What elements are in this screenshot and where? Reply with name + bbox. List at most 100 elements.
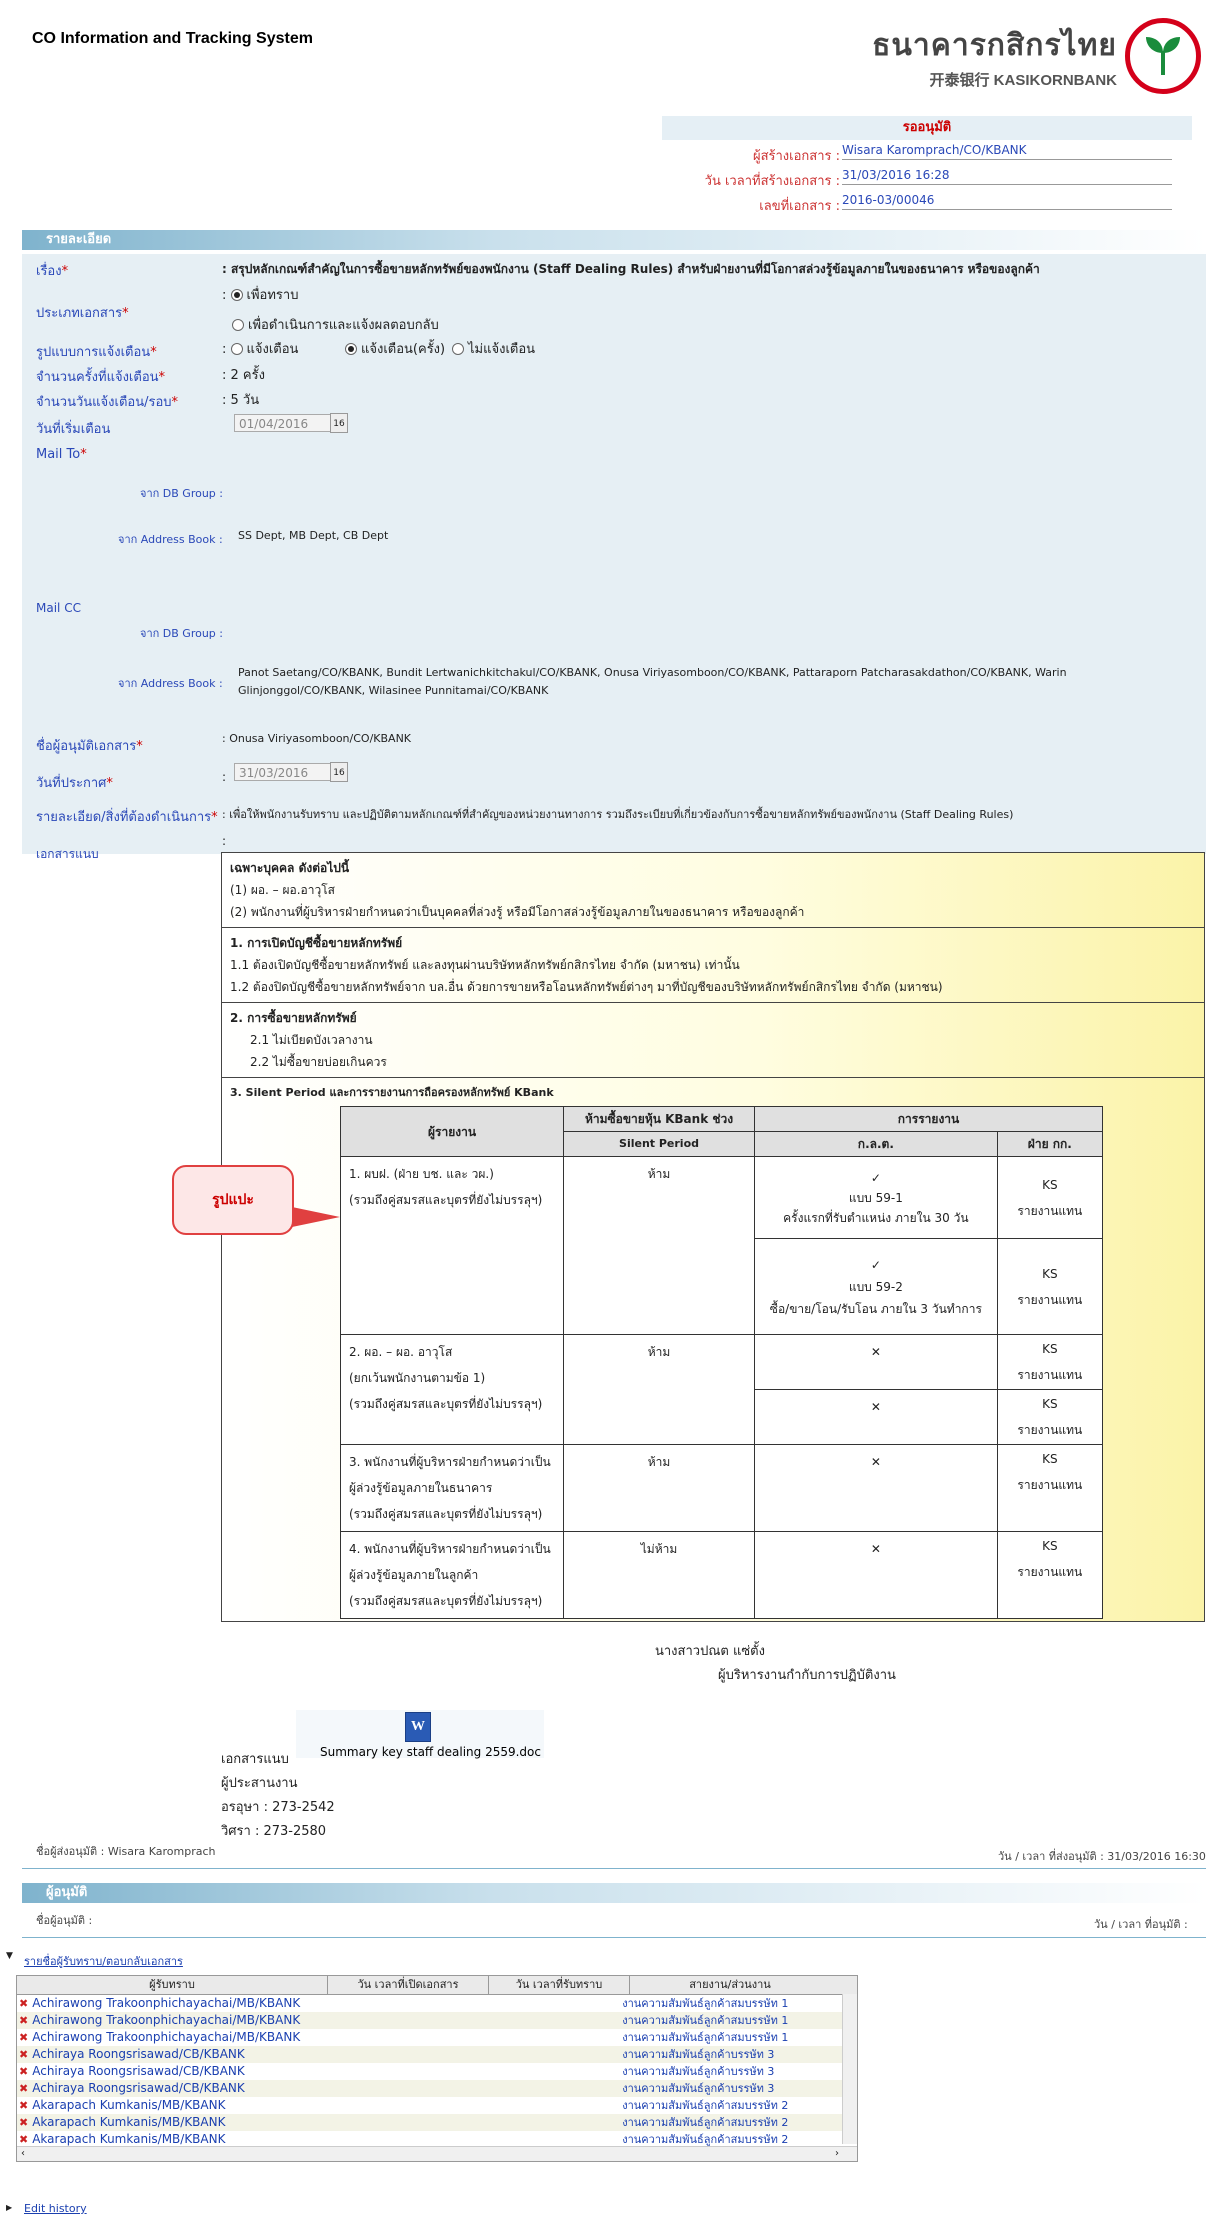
table-row[interactable]: ✖ Achiraya Roongsrisawad/CB/KBANK งานความส… [17,2063,857,2080]
delete-icon[interactable]: ✖ [19,2082,28,2095]
delete-icon[interactable]: ✖ [19,1997,28,2010]
recipient-dept: งานความสัมพันธ์ลูกค้าสมบรรษัท 1 [622,2014,789,2027]
doc-intro-title: เฉพาะบุคคล ดังต่อไปนี้ [230,861,350,875]
action-value: : เพื่อให้พนักงานรับทราบ และปฏิบัติตามหล… [222,808,1014,821]
mailto-db-group-label: จาก DB Group : [140,487,223,500]
approver-label: ชื่อผู้อนุมัติเอกสาร* [36,739,143,754]
table-row[interactable]: ✖ Achiraya Roongsrisawad/CB/KBANK งานความส… [17,2080,857,2097]
pasted-image-callout: รูปแปะ [172,1165,294,1235]
action-label: รายละเอียด/สิ่งที่ต้องดำเนินการ* [36,810,218,825]
delete-icon[interactable]: ✖ [19,2014,28,2027]
recipient-name[interactable]: Achirawong Trakoonphichayachai/MB/KBANK [32,1995,622,2012]
mailcc-address-value: Panot Saetang/CO/KBANK, Bundit Lertwanic… [238,666,1067,697]
approver-value: : Onusa Viriyasomboon/CO/KBANK [222,732,412,745]
subject-label: เรื่อง* [36,264,69,279]
delete-icon[interactable]: ✖ [19,2133,28,2146]
recipient-name[interactable]: Akarapach Kumkanis/MB/KBANK [32,2097,622,2114]
th-ks: ฝ่าย กก. [996,1131,1104,1157]
embedded-document: เฉพาะบุคคล ดังต่อไปนี้ (1) ผอ. – ผอ.อาวุ… [221,852,1205,1622]
announce-date-input[interactable]: 31/03/2016 [234,763,332,781]
table-row[interactable]: ✖ Akarapach Kumkanis/MB/KBANK งานความสัมพั… [17,2097,857,2114]
table-row: 2. ผอ. – ผอ. อาวุโส (ยกเว้นพนักงานตามข้อ … [339,1334,565,1445]
coordinator-phone-1: อรอุษา : 273-2542 [221,1800,335,1815]
edit-history-link[interactable]: Edit history [24,2202,87,2215]
bank-logo-icon [1125,18,1201,94]
creator-value: Wisara Karomprach/CO/KBANK [842,143,1172,160]
table-row: 4. พนักงานที่ผู้บริหารฝ่ายกำหนดว่าเป็น ผู… [339,1531,565,1619]
recipient-dept: งานความสัมพันธ์ลูกค้าสมบรรษัท 1 [622,1997,789,2010]
th-reporter: ผู้รายงาน [339,1106,565,1157]
th-report: การรายงาน [754,1106,1103,1132]
notify-option-3[interactable]: ไม่แจ้งเตือน [452,338,535,359]
coordinator-label: ผู้ประสานงาน [221,1776,298,1791]
count-value: : 2 ครั้ง [222,368,265,383]
recipient-dept: งานความสัมพันธ์ลูกค้าสมบรรษัท 2 [622,2133,789,2146]
recipient-name[interactable]: Achiraya Roongsrisawad/CB/KBANK [32,2046,622,2063]
start-date-input[interactable]: 01/04/2016 [234,414,332,432]
recipient-dept: งานความสัมพันธ์ลูกค้าบรรษัท 3 [622,2082,775,2095]
recipient-name[interactable]: Achiraya Roongsrisawad/CB/KBANK [32,2080,622,2097]
recipient-name[interactable]: Achirawong Trakoonphichayachai/MB/KBANK [32,2012,622,2029]
doc-intro-2: (2) พนักงานที่ผู้บริหารฝ่ายกำหนดว่าเป็นบ… [230,905,805,919]
expand-triangle-icon[interactable]: ▶ [6,2203,12,2212]
delete-icon[interactable]: ✖ [19,2099,28,2112]
days-label: จำนวนวันแจ้งเตือน/รอบ* [36,395,179,410]
delete-icon[interactable]: ✖ [19,2116,28,2129]
notify-label: รูปแบบการแจ้งเตือน* [36,345,157,360]
recipient-name[interactable]: Akarapach Kumkanis/MB/KBANK [32,2114,622,2131]
delete-icon[interactable]: ✖ [19,2048,28,2061]
notify-option-2[interactable]: แจ้งเตือน(ครั้ง) [345,338,445,359]
approver-section-header: ผู้อนุมัติ [22,1883,1206,1903]
calendar-icon[interactable]: 16 [330,413,348,433]
vertical-scrollbar[interactable] [842,1994,857,2144]
table-row[interactable]: ✖ Achirawong Trakoonphichayachai/MB/KBANK… [17,2029,857,2046]
recipient-dept: งานความสัมพันธ์ลูกค้าสมบรรษัท 2 [622,2116,789,2129]
days-value: : 5 วัน [222,393,260,408]
delete-icon[interactable]: ✖ [19,2031,28,2044]
horizontal-scrollbar[interactable]: ‹ › [17,2146,857,2161]
th-sec: ก.ล.ต. [754,1131,998,1157]
doc-s1-2: 1.2 ต้องปิดบัญชีซื้อขายหลักทรัพย์จาก บล.… [230,980,943,994]
created-value: 31/03/2016 16:28 [842,168,1172,185]
doc-s3-title: 3. Silent Period และการรายงานการถือครองห… [230,1086,554,1099]
mailcc-label: Mail CC [36,601,81,615]
recipient-dept: งานความสัมพันธ์ลูกค้าบรรษัท 3 [622,2065,775,2078]
mailto-label: Mail To* [36,447,87,462]
word-doc-icon[interactable]: W [405,1712,431,1742]
sender-info: ชื่อผู้ส่งอนุมัติ : Wisara Karomprach [36,1845,216,1858]
attachment-link[interactable]: Summary key staff dealing 2559.doc [320,1745,541,1759]
form-area [22,254,1206,854]
doc-s2-title: 2. การซื้อขายหลักทรัพย์ [230,1011,357,1025]
approval-time-label: วัน / เวลา ที่อนุมัติ : [1094,1918,1188,1931]
attach-label: เอกสารแนบ [36,847,99,861]
table-row: 1. ผบฝ. (ฝ่าย บช. และ วผ.) (รวมถึงคู่สมรส… [339,1156,565,1335]
doc-s2-2: 2.2 ไม่ซื้อขายบ่อยเกินควร [250,1055,387,1069]
doctype-label: ประเภทเอกสาร* [36,306,129,321]
table-row[interactable]: ✖ Akarapach Kumkanis/MB/KBANK งานความสัมพั… [17,2114,857,2131]
count-label: จำนวนครั้งที่แจ้งเตือน* [36,370,166,385]
doctype-option-2[interactable]: เพื่อดำเนินการและแจ้งผลตอบกลับ [232,314,439,335]
bank-logo-text: ธนาคารกสิกรไทย 开泰银行 KASIKORNBANK [872,22,1117,90]
doctype-option-1[interactable]: : เพื่อทราบ [222,284,298,305]
creator-label: ผู้สร้างเอกสาร : [752,149,840,164]
doc-intro-1: (1) ผอ. – ผอ.อาวุโส [230,883,335,897]
recipient-name[interactable]: Achirawong Trakoonphichayachai/MB/KBANK [32,2029,622,2046]
doc-s2-1: 2.1 ไม่เบียดบังเวลางาน [250,1033,373,1047]
announce-calendar-icon[interactable]: 16 [330,762,348,782]
grid-body: ✖ Achirawong Trakoonphichayachai/MB/KBANK… [17,1995,857,2148]
start-date-label: วันที่เริ่มเตือน [36,422,111,437]
table-row[interactable]: ✖ Achirawong Trakoonphichayachai/MB/KBANK… [17,2012,857,2029]
delete-icon[interactable]: ✖ [19,2065,28,2078]
signer-name: นางสาวปณต แซ่ตั้ง [655,1644,765,1659]
coordinator-phone-2: วิศรา : 273-2580 [221,1824,327,1839]
recipients-toggle-link[interactable]: รายชื่อผู้รับทราบ/ตอบกลับเอกสาร [24,1952,183,1970]
collapse-triangle-icon[interactable]: ▼ [6,1951,13,1961]
recipient-name[interactable]: Achiraya Roongsrisawad/CB/KBANK [32,2063,622,2080]
docno-label: เลขที่เอกสาร : [759,199,840,214]
approver-name-label: ชื่อผู้อนุมัติ : [36,1914,93,1927]
mailto-address-book-label: จาก Address Book : [118,533,223,546]
recipient-dept: งานความสัมพันธ์ลูกค้าบรรษัท 3 [622,2048,775,2061]
table-row[interactable]: ✖ Achirawong Trakoonphichayachai/MB/KBANK… [17,1995,857,2012]
table-row[interactable]: ✖ Achiraya Roongsrisawad/CB/KBANK งานความส… [17,2046,857,2063]
notify-option-1[interactable]: : แจ้งเตือน [222,338,298,359]
